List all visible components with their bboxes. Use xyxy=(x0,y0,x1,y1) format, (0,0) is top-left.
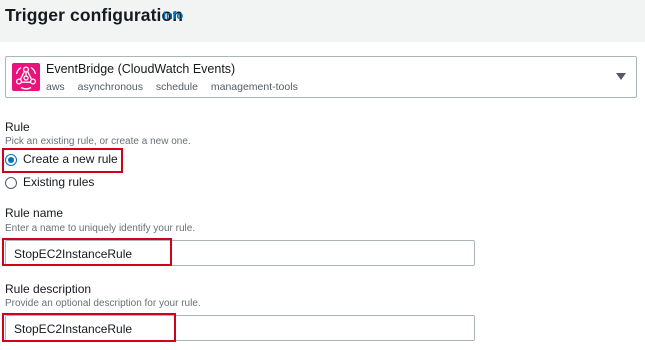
rule-description-help: Provide an optional description for your… xyxy=(5,298,201,309)
rule-description-text: Pick an existing rule, or create a new o… xyxy=(5,136,191,147)
radio-unselected-icon[interactable] xyxy=(5,177,17,189)
tag: aws xyxy=(46,81,65,93)
info-link[interactable]: Info xyxy=(163,10,183,22)
tag: asynchronous xyxy=(77,81,143,93)
radio-label: Existing rules xyxy=(23,175,95,189)
radio-selected-icon[interactable] xyxy=(5,154,17,166)
rule-name-input[interactable]: StopEC2InstanceRule xyxy=(5,240,475,266)
radio-create-new-rule[interactable]: Create a new rule xyxy=(5,152,120,168)
trigger-select[interactable]: EventBridge (CloudWatch Events) aws asyn… xyxy=(5,56,637,98)
rule-label: Rule xyxy=(5,120,30,134)
trigger-name: EventBridge (CloudWatch Events) xyxy=(46,62,236,76)
eventbridge-icon xyxy=(12,63,40,91)
rule-description-label: Rule description xyxy=(5,282,92,296)
tag: management-tools xyxy=(210,81,298,93)
trigger-tags: aws asynchronous schedule management-too… xyxy=(46,81,308,93)
rule-description-input[interactable]: StopEC2InstanceRule xyxy=(5,315,475,341)
caret-down-icon[interactable] xyxy=(616,73,626,80)
radio-label: Create a new rule xyxy=(23,152,118,166)
rule-name-description: Enter a name to uniquely identify your r… xyxy=(5,223,196,234)
page-title: Trigger configuration xyxy=(5,5,184,25)
rule-name-label: Rule name xyxy=(5,206,64,220)
radio-existing-rules[interactable]: Existing rules xyxy=(5,175,105,191)
tag: schedule xyxy=(155,81,198,93)
